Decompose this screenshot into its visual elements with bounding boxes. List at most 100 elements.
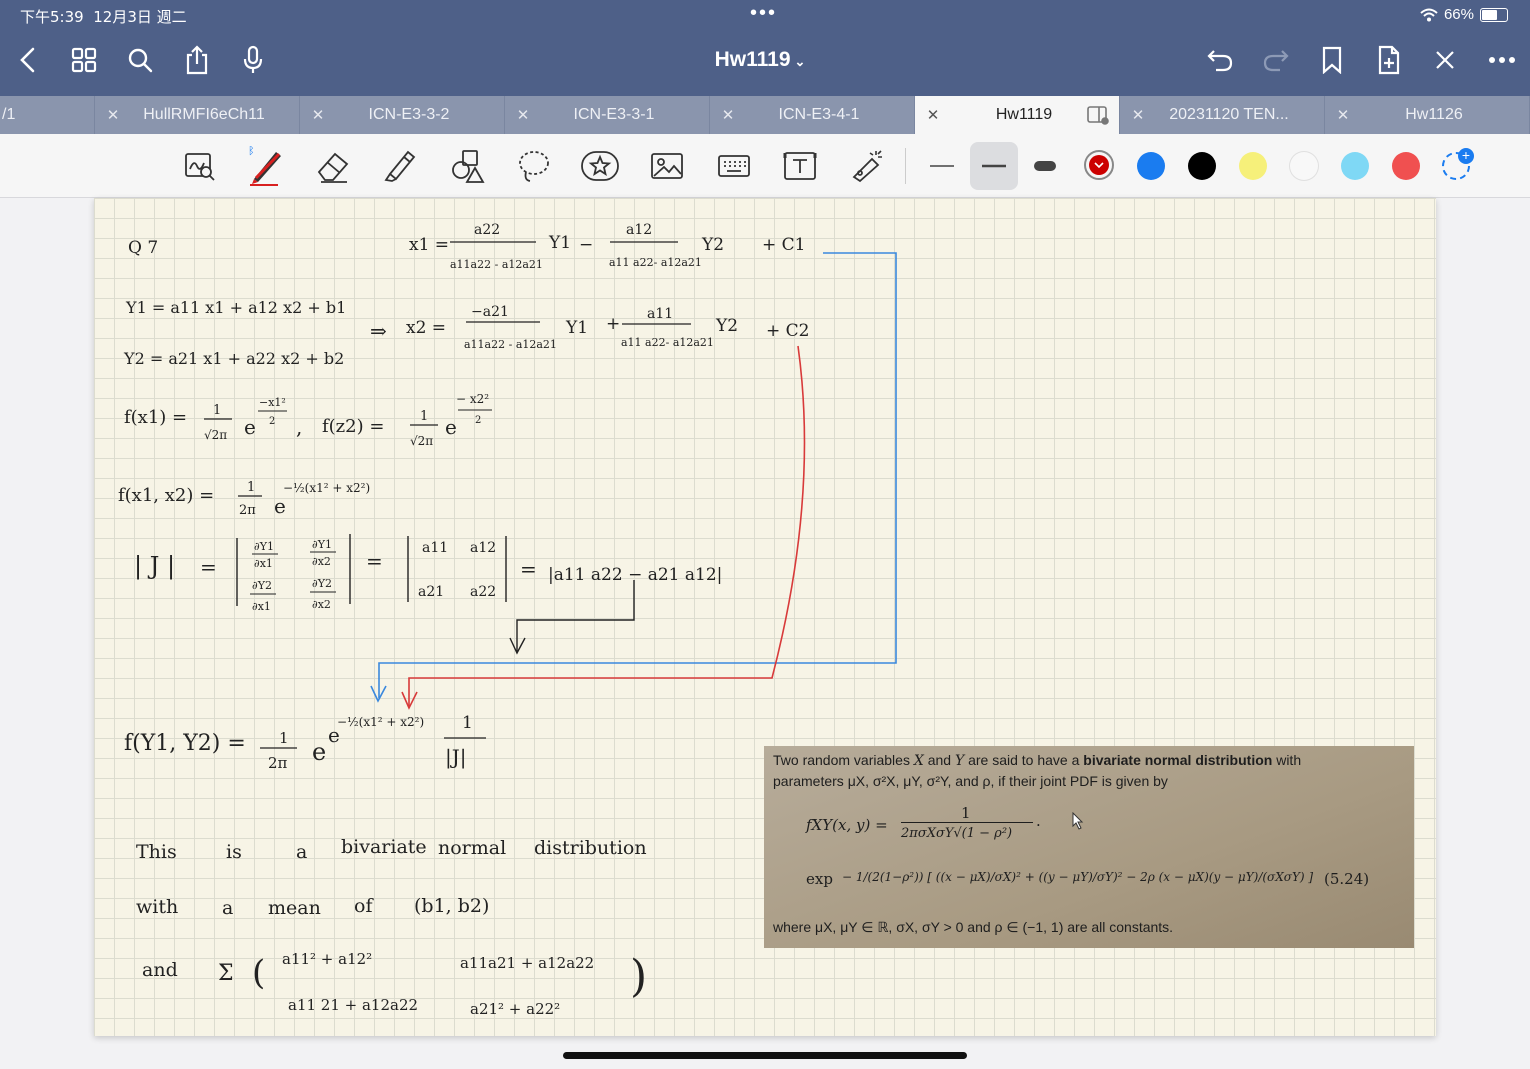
text-box-icon[interactable] <box>778 144 822 188</box>
redo-icon[interactable] <box>1258 42 1294 78</box>
svg-text:2: 2 <box>475 415 481 426</box>
svg-text:1: 1 <box>213 403 221 418</box>
color-light-red[interactable] <box>1392 152 1420 180</box>
x1-minus: − <box>579 235 593 255</box>
add-page-icon[interactable] <box>1371 42 1407 78</box>
svg-text:2: 2 <box>269 416 275 427</box>
x1-t2-var: Y2 <box>701 235 724 255</box>
status-indicators: 66% <box>1420 6 1508 23</box>
svg-text:e: e <box>445 415 457 439</box>
grid-view-icon[interactable] <box>66 42 102 78</box>
y1-equation: Y1 = a11 x1 + a12 x2 + b1 <box>125 298 346 317</box>
svg-text:∂Y2: ∂Y2 <box>312 577 332 590</box>
svg-text:=: = <box>200 555 217 579</box>
color-black[interactable] <box>1188 152 1216 180</box>
status-time: 下午5:39 12月3日 週二 <box>20 8 187 26</box>
final-abs-j: |J| <box>445 745 467 770</box>
color-blue[interactable] <box>1137 152 1165 180</box>
svg-text:1: 1 <box>420 409 428 424</box>
x1-t1-var: Y1 <box>548 233 571 253</box>
cov-21: a11 21 + a12a22 <box>288 996 418 1014</box>
color-white[interactable] <box>1290 152 1318 180</box>
determinant-value: |a11 a22 − a21 a12| <box>548 565 722 585</box>
document-title[interactable]: Hw1119 ⌄ <box>690 48 830 72</box>
close-tab-icon[interactable]: ✕ <box>915 106 951 124</box>
document-tabs: /1 ✕ HullRMFI6eCh11 ✕ ICN-E3-3-2 ✕ ICN-E3-3… <box>0 96 1530 134</box>
constants-text: where μX, μY ∈ ℝ, σX, σY > 0 and ρ ∈ (−1… <box>773 919 1174 935</box>
close-editor-icon[interactable] <box>1427 42 1463 78</box>
fz2-exponent: − x2² <box>456 392 489 406</box>
svg-text:): ) <box>630 951 647 1002</box>
close-tab-icon[interactable]: ✕ <box>1325 106 1361 124</box>
bookmark-icon[interactable] <box>1314 42 1350 78</box>
pasted-textbook-image[interactable]: Two random variables X and Y are said to… <box>764 746 1414 948</box>
microphone-icon[interactable] <box>235 42 271 78</box>
svg-text:(: ( <box>252 953 265 993</box>
search-icon[interactable] <box>122 42 158 78</box>
tab-1[interactable]: /1 <box>0 96 95 134</box>
svg-text:e: e <box>274 494 286 518</box>
svg-text:e: e <box>312 738 326 766</box>
eraser-icon[interactable] <box>311 144 355 188</box>
matrix-a12: a12 <box>470 540 496 556</box>
x1-t2-num: a12 <box>626 222 652 238</box>
color-light-blue[interactable] <box>1341 152 1369 180</box>
fz2-lhs: f(z2) = <box>322 416 384 437</box>
tab-icn-e3-3-2[interactable]: ✕ ICN-E3-3-2 <box>300 96 505 134</box>
shapes-icon[interactable] <box>445 144 489 188</box>
svg-text:=: = <box>520 557 537 581</box>
tab-icn-e3-4-1[interactable]: ✕ ICN-E3-4-1 <box>710 96 915 134</box>
close-tab-icon[interactable]: ✕ <box>95 106 131 124</box>
tab-hullrmfi6ech11[interactable]: ✕ HullRMFI6eCh11 <box>95 96 300 134</box>
matrix-a21: a21 <box>418 584 444 600</box>
x1-lhs: x1 = <box>409 235 449 255</box>
svg-text:∂Y1: ∂Y1 <box>254 540 274 553</box>
x2-lhs: x2 = <box>406 318 446 338</box>
add-color-button[interactable]: + <box>1442 148 1474 180</box>
tab-icn-e3-3-1[interactable]: ✕ ICN-E3-3-1 <box>505 96 710 134</box>
zoom-window-icon[interactable] <box>178 144 222 188</box>
undo-icon[interactable] <box>1202 42 1238 78</box>
svg-text:∂Y1: ∂Y1 <box>312 538 332 551</box>
tab-20231120-ten[interactable]: ✕ 20231120 TEN... <box>1120 96 1325 134</box>
close-tab-icon[interactable]: ✕ <box>505 106 541 124</box>
stroke-medium-icon[interactable] <box>970 142 1018 190</box>
svg-text:,: , <box>296 415 302 439</box>
color-yellow[interactable] <box>1239 152 1267 180</box>
x2-t1-num: −a21 <box>471 304 509 320</box>
svg-text:∂Y2: ∂Y2 <box>252 579 272 592</box>
lasso-icon[interactable] <box>512 144 556 188</box>
keyboard-icon[interactable] <box>712 144 756 188</box>
back-chevron-icon[interactable] <box>10 42 46 78</box>
sticker-icon[interactable] <box>578 144 622 188</box>
x2-constant: + C2 <box>766 321 809 341</box>
tab-hw1126[interactable]: ✕ Hw1126 <box>1325 96 1530 134</box>
x2-t2-num: a11 <box>647 306 673 322</box>
close-tab-icon[interactable]: ✕ <box>1120 106 1156 124</box>
svg-text:∂x2: ∂x2 <box>312 555 331 568</box>
word-of: of <box>354 895 374 917</box>
x2-t2-var: Y2 <box>715 316 738 336</box>
laser-pointer-icon[interactable] <box>845 144 889 188</box>
pen-icon[interactable]: ᛒ <box>244 144 288 188</box>
stroke-thin-icon[interactable] <box>920 144 964 188</box>
close-tab-icon[interactable]: ✕ <box>300 106 336 124</box>
share-icon[interactable] <box>179 42 215 78</box>
split-view-icon[interactable] <box>1087 105 1109 125</box>
home-indicator[interactable] <box>563 1052 967 1059</box>
color-red-selected[interactable] <box>1084 150 1114 180</box>
jacobian-abs: | J | <box>134 552 175 581</box>
word-bivariate: bivariate <box>341 836 427 858</box>
multitasking-dots[interactable]: ••• <box>750 2 777 25</box>
tab-hw1119[interactable]: ✕ Hw1119 <box>915 96 1120 134</box>
note-page[interactable]: Q 7 x1 = a22 a11a22 - a12a21 Y1 − a12 a1… <box>94 198 1436 1036</box>
highlighter-icon[interactable] <box>378 144 422 188</box>
more-options-icon[interactable] <box>1484 42 1520 78</box>
image-icon[interactable] <box>645 144 689 188</box>
close-tab-icon[interactable]: ✕ <box>710 106 746 124</box>
x2-plus: + <box>606 314 620 334</box>
word-this: This <box>136 841 177 863</box>
y2-equation: Y2 = a21 x1 + a22 x2 + b2 <box>123 349 344 368</box>
x1-t1-num: a22 <box>474 222 500 238</box>
stroke-thick-icon[interactable] <box>1023 144 1067 188</box>
